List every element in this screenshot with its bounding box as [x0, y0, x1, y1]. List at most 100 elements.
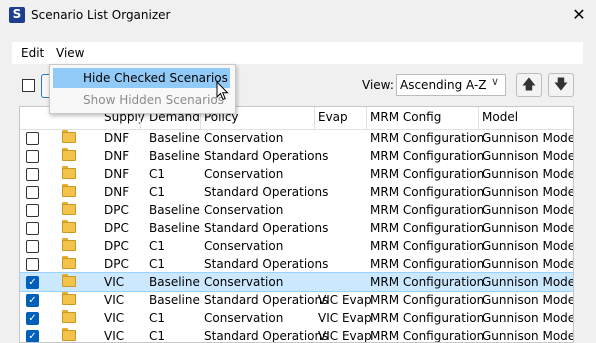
row-checkbox[interactable]: ✓: [26, 330, 39, 342]
cell-evap: VIC Evap: [318, 293, 372, 307]
folder-icon: [62, 258, 76, 269]
select-all-checkbox[interactable]: [22, 79, 35, 92]
close-icon[interactable]: ✕: [568, 5, 590, 25]
row-checkbox[interactable]: ✓: [26, 294, 39, 307]
cell-policy: Conservation: [204, 311, 284, 325]
row-checkbox[interactable]: ✓: [26, 276, 39, 289]
row-checkbox[interactable]: [26, 204, 39, 217]
cell-policy: Standard Operations: [204, 221, 329, 235]
table-row[interactable]: DNF C1 Standard Operations MRM Configuratio…: [20, 183, 573, 201]
row-checkbox[interactable]: ✓: [26, 312, 39, 325]
table-row[interactable]: ✓ VIC Baseline Conservation MRM Configuratio…: [20, 272, 574, 292]
menu-view[interactable]: View: [50, 42, 90, 64]
column-header-evap[interactable]: Evap: [318, 110, 348, 124]
table-row[interactable]: DPC Baseline Conservation MRM Configuration…: [20, 201, 574, 219]
cell-supply: DNF: [104, 185, 130, 199]
row-checkbox[interactable]: [26, 258, 39, 271]
row-checkbox[interactable]: [26, 132, 39, 145]
table-row[interactable]: DPC Baseline Standard Operations MRM Config…: [20, 219, 573, 237]
row-checkbox[interactable]: [26, 222, 39, 235]
window-title: Scenario List Organizer: [31, 8, 171, 22]
cell-evap: VIC Evap: [318, 329, 372, 343]
menu-edit[interactable]: Edit: [15, 42, 50, 64]
cell-mrm: MRM Configuration: [370, 167, 485, 181]
table-row[interactable]: DPC C1 Conservation MRM Configuration Gunnis…: [20, 237, 574, 255]
row-checkbox[interactable]: [26, 240, 39, 253]
table-row[interactable]: DNF C1 Conservation MRM Configuration Gunnis…: [20, 165, 574, 183]
row-checkbox[interactable]: [26, 168, 39, 181]
cell-demand: C1: [149, 185, 166, 199]
cell-mrm: MRM Configuration: [370, 257, 485, 271]
cell-demand: C1: [149, 239, 166, 253]
arrow-down-icon: 🡇: [553, 77, 569, 93]
cell-model: Gunnison Model: [482, 167, 574, 181]
move-down-button[interactable]: 🡇: [548, 73, 574, 97]
cell-mrm: MRM Configuration: [370, 311, 485, 325]
table-row[interactable]: DPC C1 Standard Operations MRM Configuratio…: [20, 255, 574, 273]
table-row[interactable]: ✓ VIC C1 Standard Operations VIC Evap MRM Con…: [20, 327, 573, 343]
cell-policy: Standard Operations: [204, 293, 329, 307]
cell-evap: VIC Evap: [318, 311, 372, 325]
cell-policy: Conservation: [204, 203, 284, 217]
cell-mrm: MRM Configuration: [370, 275, 485, 289]
cell-model: Gunnison Model: [482, 275, 574, 289]
cell-supply: DPC: [104, 257, 129, 271]
cell-policy: Standard Operations: [204, 149, 329, 163]
column-divider[interactable]: [478, 107, 479, 129]
cell-supply: DNF: [104, 149, 130, 163]
cell-model: Gunnison Model: [482, 293, 574, 307]
cell-policy: Standard Operations: [204, 257, 329, 271]
folder-icon: [62, 168, 76, 179]
table-row[interactable]: ✓ VIC Baseline Standard Operations VIC Evap M…: [20, 291, 574, 309]
cell-policy: Conservation: [204, 275, 284, 289]
table-row[interactable]: DNF Baseline Standard Operations MRM Config…: [20, 147, 574, 165]
folder-icon: [62, 330, 76, 341]
cell-mrm: MRM Configuration: [370, 131, 485, 145]
cell-demand: Baseline: [149, 293, 200, 307]
mouse-cursor-icon: [216, 81, 229, 101]
folder-icon: [62, 240, 76, 251]
folder-icon: [62, 132, 76, 143]
cell-policy: Standard Operations: [204, 329, 329, 343]
cell-mrm: MRM Configuration: [370, 239, 485, 253]
folder-icon: [62, 186, 76, 197]
column-header-mrm-config[interactable]: MRM Config: [370, 110, 441, 124]
scenario-table: Supply Demand Policy Evap MRM Config Mod…: [19, 106, 574, 343]
cell-demand: C1: [149, 167, 166, 181]
cell-policy: Conservation: [204, 167, 284, 181]
folder-icon: [62, 312, 76, 323]
column-header-model[interactable]: Model: [482, 110, 518, 124]
cell-model: Gunnison Model: [482, 239, 574, 253]
folder-icon: [62, 222, 76, 233]
cell-demand: Baseline: [149, 149, 200, 163]
cell-model: Gunnison Model: [482, 257, 574, 271]
chevron-down-icon: ∨: [491, 75, 500, 88]
folder-icon: [62, 276, 76, 287]
table-row[interactable]: ✓ VIC C1 Conservation VIC Evap MRM Configurat…: [20, 309, 574, 327]
cell-demand: Baseline: [149, 203, 200, 217]
cell-supply: VIC: [104, 293, 125, 307]
menu-item-hide-checked-scenarios[interactable]: Hide Checked Scenarios: [53, 68, 230, 88]
cell-mrm: MRM Configuration: [370, 293, 485, 307]
cell-mrm: MRM Configuration: [370, 329, 485, 343]
cell-model: Gunnison Model: [482, 203, 574, 217]
table-row[interactable]: DNF Baseline Conservation MRM Configuration…: [20, 129, 573, 147]
row-checkbox[interactable]: [26, 150, 39, 163]
menu-bar: [12, 42, 583, 64]
column-divider[interactable]: [366, 107, 367, 129]
cell-demand: C1: [149, 329, 166, 343]
folder-icon: [62, 150, 76, 161]
move-up-button[interactable]: 🡅: [516, 73, 542, 97]
cell-supply: DNF: [104, 167, 130, 181]
row-checkbox[interactable]: [26, 186, 39, 199]
cell-policy: Standard Operations: [204, 185, 329, 199]
cell-policy: Conservation: [204, 131, 284, 145]
view-menu-dropdown: Hide Checked Scenarios Show Hidden Scena…: [49, 64, 236, 114]
cell-model: Gunnison Model: [482, 149, 574, 163]
cell-model: Gunnison Model: [482, 311, 574, 325]
column-divider[interactable]: [314, 107, 315, 129]
cell-mrm: MRM Configuration: [370, 185, 485, 199]
cell-demand: Baseline: [149, 221, 200, 235]
cell-supply: DNF: [104, 131, 130, 145]
menu-item-show-hidden-scenarios[interactable]: Show Hidden Scenarios: [53, 90, 230, 110]
